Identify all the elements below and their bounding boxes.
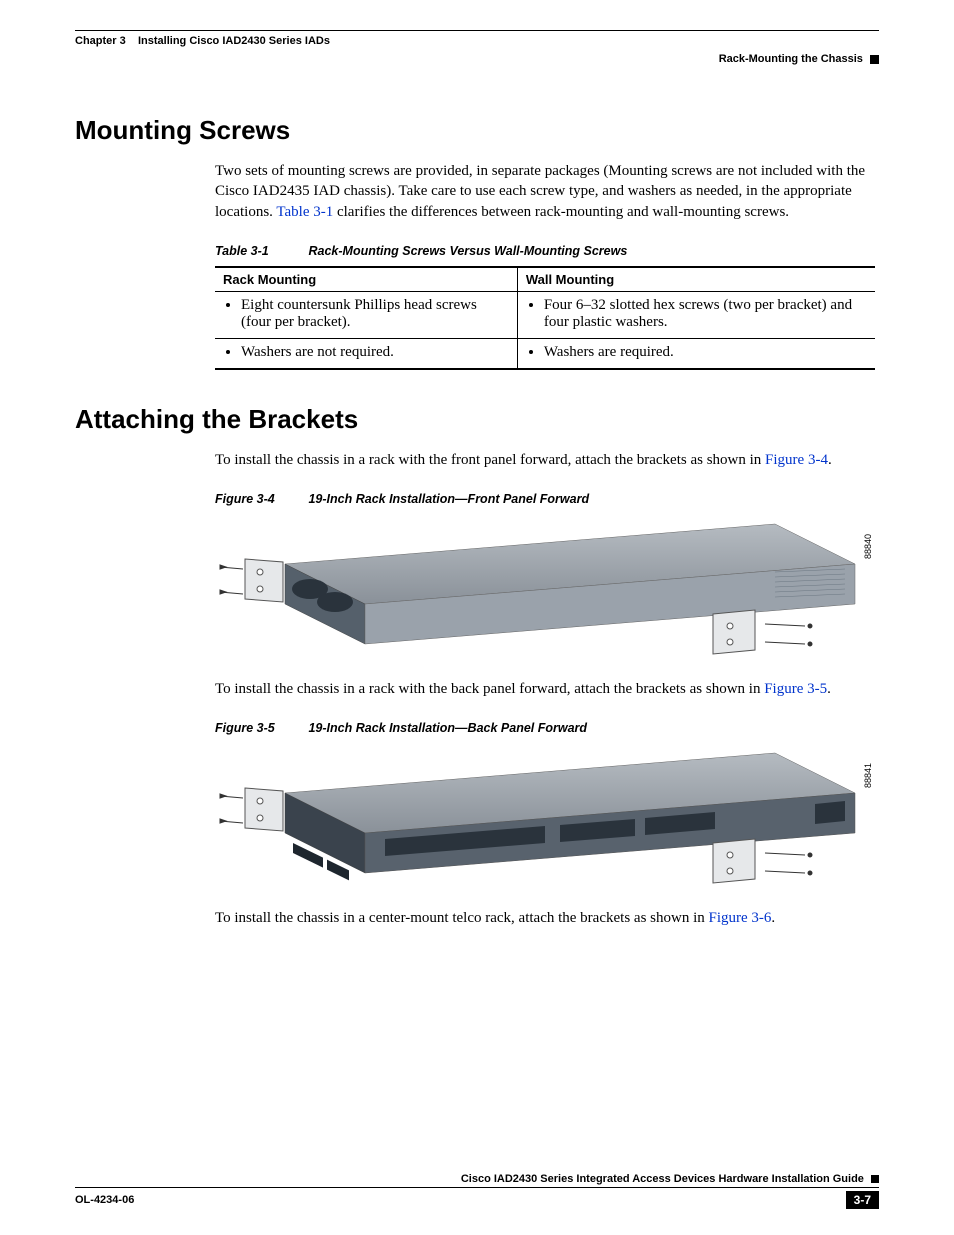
table-cell: Washers are not required. [241, 344, 509, 361]
heading-attaching-brackets: Attaching the Brackets [75, 404, 879, 435]
paragraph: Two sets of mounting screws are provided… [215, 161, 879, 222]
footer-marker-icon [871, 1175, 879, 1183]
table-header: Wall Mounting [517, 267, 875, 292]
table-cell: Washers are required. [544, 344, 867, 361]
page-footer: Cisco IAD2430 Series Integrated Access D… [75, 1173, 879, 1209]
table-header: Rack Mounting [215, 267, 517, 292]
heading-mounting-screws: Mounting Screws [75, 115, 879, 146]
figure-caption: Figure 3-4 19-Inch Rack Installation—Fro… [215, 492, 879, 506]
xref-figure-3-6[interactable]: Figure 3-6 [709, 910, 772, 926]
paragraph: To install the chassis in a rack with th… [215, 679, 879, 699]
chapter-title: Installing Cisco IAD2430 Series IADs [138, 35, 330, 47]
chapter-number: Chapter 3 [75, 35, 126, 47]
figure-id-label: 88841 [863, 763, 873, 788]
table-cell: Four 6–32 slotted hex screws (two per br… [544, 297, 867, 331]
xref-figure-3-5[interactable]: Figure 3-5 [764, 681, 827, 697]
doc-number: OL-4234-06 [75, 1194, 134, 1206]
figure-3-5: 88841 [215, 743, 875, 893]
running-header: Chapter 3 Installing Cisco IAD2430 Serie… [75, 35, 879, 47]
screws-table: Rack Mounting Wall Mounting Eight counte… [215, 266, 875, 370]
xref-table-3-1[interactable]: Table 3-1 [276, 204, 333, 220]
guide-title: Cisco IAD2430 Series Integrated Access D… [461, 1173, 864, 1185]
chassis-front-illustration [215, 514, 875, 664]
table-row: Eight countersunk Phillips head screws (… [215, 291, 875, 338]
header-marker-icon [870, 55, 879, 64]
table-row: Washers are not required. Washers are re… [215, 338, 875, 369]
section-name: Rack-Mounting the Chassis [719, 53, 863, 65]
table-caption: Table 3-1 Rack-Mounting Screws Versus Wa… [215, 244, 879, 258]
chassis-back-illustration [215, 743, 875, 893]
paragraph: To install the chassis in a rack with th… [215, 450, 879, 470]
table-cell: Eight countersunk Phillips head screws (… [241, 297, 509, 331]
paragraph: To install the chassis in a center-mount… [215, 908, 879, 928]
figure-id-label: 88840 [863, 534, 873, 559]
xref-figure-3-4[interactable]: Figure 3-4 [765, 452, 828, 468]
figure-3-4: 88840 [215, 514, 875, 664]
figure-caption: Figure 3-5 19-Inch Rack Installation—Bac… [215, 721, 879, 735]
page-number: 3-7 [846, 1191, 879, 1209]
